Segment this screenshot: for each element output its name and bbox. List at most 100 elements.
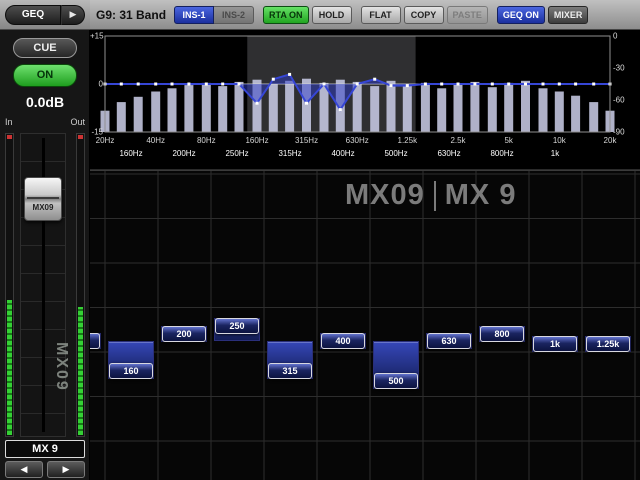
geq-band-fader-500[interactable]: 500 [374, 373, 418, 389]
output-meter-fill [78, 307, 83, 435]
rta-bar [403, 85, 412, 132]
eq-band-dot[interactable] [205, 83, 208, 86]
header-button-rta-on[interactable]: RTA ON [263, 6, 309, 24]
freq-axis-label: 160Hz [245, 136, 268, 145]
eq-band-dot[interactable] [154, 83, 157, 86]
eq-band-dot[interactable] [272, 78, 275, 81]
freq-axis-label: 1.25k [398, 136, 418, 145]
next-channel-button[interactable]: ▶ [47, 461, 85, 478]
header-button-flat[interactable]: FLAT [361, 6, 401, 24]
freq-axis-label: 2.5k [450, 136, 465, 145]
meter-in-label: In [5, 117, 13, 127]
freq-axis-label: 5k [504, 136, 512, 145]
eq-band-dot[interactable] [574, 83, 577, 86]
eq-band-dot[interactable] [238, 83, 241, 86]
cue-button[interactable]: CUE [13, 38, 77, 58]
eq-band-dot[interactable] [339, 108, 342, 111]
eq-band-dot[interactable] [592, 83, 595, 86]
eq-band-dot[interactable] [558, 83, 561, 86]
eq-band-dot[interactable] [187, 83, 190, 86]
rta-bar [235, 82, 244, 132]
eq-response-display: +150-150-30-60-9020Hz40Hz80Hz160Hz315Hz6… [90, 30, 640, 170]
channel-fader-handle[interactable]: MX09 [24, 177, 62, 221]
eq-band-dot[interactable] [524, 83, 527, 86]
selected-band-freq-label: 800Hz [490, 149, 513, 158]
output-clip-led [78, 135, 83, 139]
rta-bar [269, 84, 278, 132]
geq-selector-bar: GEQ ▶ [0, 0, 90, 30]
geq-selector-button[interactable]: GEQ [5, 5, 61, 25]
rta-bar [555, 92, 564, 133]
header-button-copy[interactable]: COPY [404, 6, 444, 24]
selected-band-freq-label: 500Hz [384, 149, 407, 158]
eq-band-dot[interactable] [390, 84, 393, 87]
rta-bar [218, 86, 227, 132]
output-level-meter [76, 133, 85, 437]
eq-band-dot[interactable] [221, 83, 224, 86]
geq-editor-screen: GEQ ▶ CUE ON 0.0dB In Out MX09 MX09 MX 9… [0, 0, 640, 480]
rta-bar [589, 102, 598, 132]
geq-band-fader-315[interactable]: 315 [268, 363, 312, 379]
on-button[interactable]: ON [13, 64, 77, 87]
eq-band-dot[interactable] [457, 83, 460, 86]
rta-bar [539, 88, 548, 132]
rta-bar [202, 83, 211, 132]
geq-band-fader-1k[interactable]: 1k [533, 336, 577, 352]
header-button-hold[interactable]: HOLD [312, 6, 352, 24]
input-meter-fill [7, 300, 12, 435]
eq-band-dot[interactable] [323, 83, 326, 86]
rta-bar [168, 88, 177, 132]
geq-band-fader-160[interactable]: 160 [109, 363, 153, 379]
eq-band-dot[interactable] [406, 84, 409, 87]
selected-band-freq-label: 1k [551, 149, 559, 158]
eq-band-dot[interactable] [288, 73, 291, 76]
eq-db-axis-label: +15 [90, 32, 103, 41]
watermark-channel-name: MX 9 [445, 179, 517, 212]
rta-bar [454, 84, 463, 132]
eq-band-dot[interactable] [137, 83, 140, 86]
rta-bar [470, 82, 479, 132]
rta-bar [370, 86, 379, 132]
eq-band-dot[interactable] [424, 83, 427, 86]
eq-band-dot[interactable] [507, 83, 510, 86]
input-clip-led [7, 135, 12, 139]
eq-band-dot[interactable] [120, 83, 123, 86]
header-button-ins-1[interactable]: INS-1 [174, 6, 214, 24]
geq-title: G9: 31 Band [96, 8, 166, 22]
selected-band-freq-label: 315Hz [278, 149, 301, 158]
selected-band-freq-label: 160Hz [119, 149, 142, 158]
eq-band-dot[interactable] [256, 102, 259, 105]
header-button-ins-2[interactable]: INS-2 [214, 6, 254, 24]
eq-band-dot[interactable] [491, 83, 494, 86]
header-button-paste[interactable]: PASTE [447, 6, 488, 24]
header-button-geq-on[interactable]: GEQ ON [497, 6, 545, 24]
eq-band-dot[interactable] [171, 83, 174, 86]
rta-bar [387, 81, 396, 132]
rta-bar [521, 81, 530, 132]
eq-band-dot[interactable] [356, 83, 359, 86]
watermark-channel-id: MX09 [345, 179, 425, 212]
geq-band-fader-800[interactable]: 800 [480, 326, 524, 342]
geq-band-fader-200[interactable]: 200 [162, 326, 206, 342]
eq-band-dot[interactable] [305, 102, 308, 105]
freq-axis-label: 315Hz [295, 136, 318, 145]
prev-channel-button[interactable]: ◀ [5, 461, 43, 478]
geq-band-fader-250[interactable]: 250 [215, 318, 259, 334]
header-button-mixer[interactable]: MIXER [548, 6, 589, 24]
selected-band-freq-label: 250Hz [225, 149, 248, 158]
eq-band-dot[interactable] [473, 83, 476, 86]
eq-band-dot[interactable] [373, 78, 376, 81]
geq-band-fader-1.25k[interactable]: 1.25k [586, 336, 630, 352]
rta-bar [571, 96, 580, 132]
rta-bar [504, 83, 513, 132]
toolbar-buttons: INS-1INS-2 RTA ONHOLD FLATCOPYPASTE GEQ ONM… [174, 6, 588, 24]
rta-db-axis-label: -30 [613, 64, 639, 73]
eq-band-dot[interactable] [542, 83, 545, 86]
selected-band-freq-label: 630Hz [437, 149, 460, 158]
geq-band-fader-edge[interactable] [90, 333, 100, 349]
geq-band-fader-630[interactable]: 630 [427, 333, 471, 349]
rta-db-axis-label: -90 [613, 128, 639, 137]
eq-band-dot[interactable] [440, 83, 443, 86]
geq-next-arrow-icon[interactable]: ▶ [61, 5, 85, 25]
geq-band-fader-400[interactable]: 400 [321, 333, 365, 349]
